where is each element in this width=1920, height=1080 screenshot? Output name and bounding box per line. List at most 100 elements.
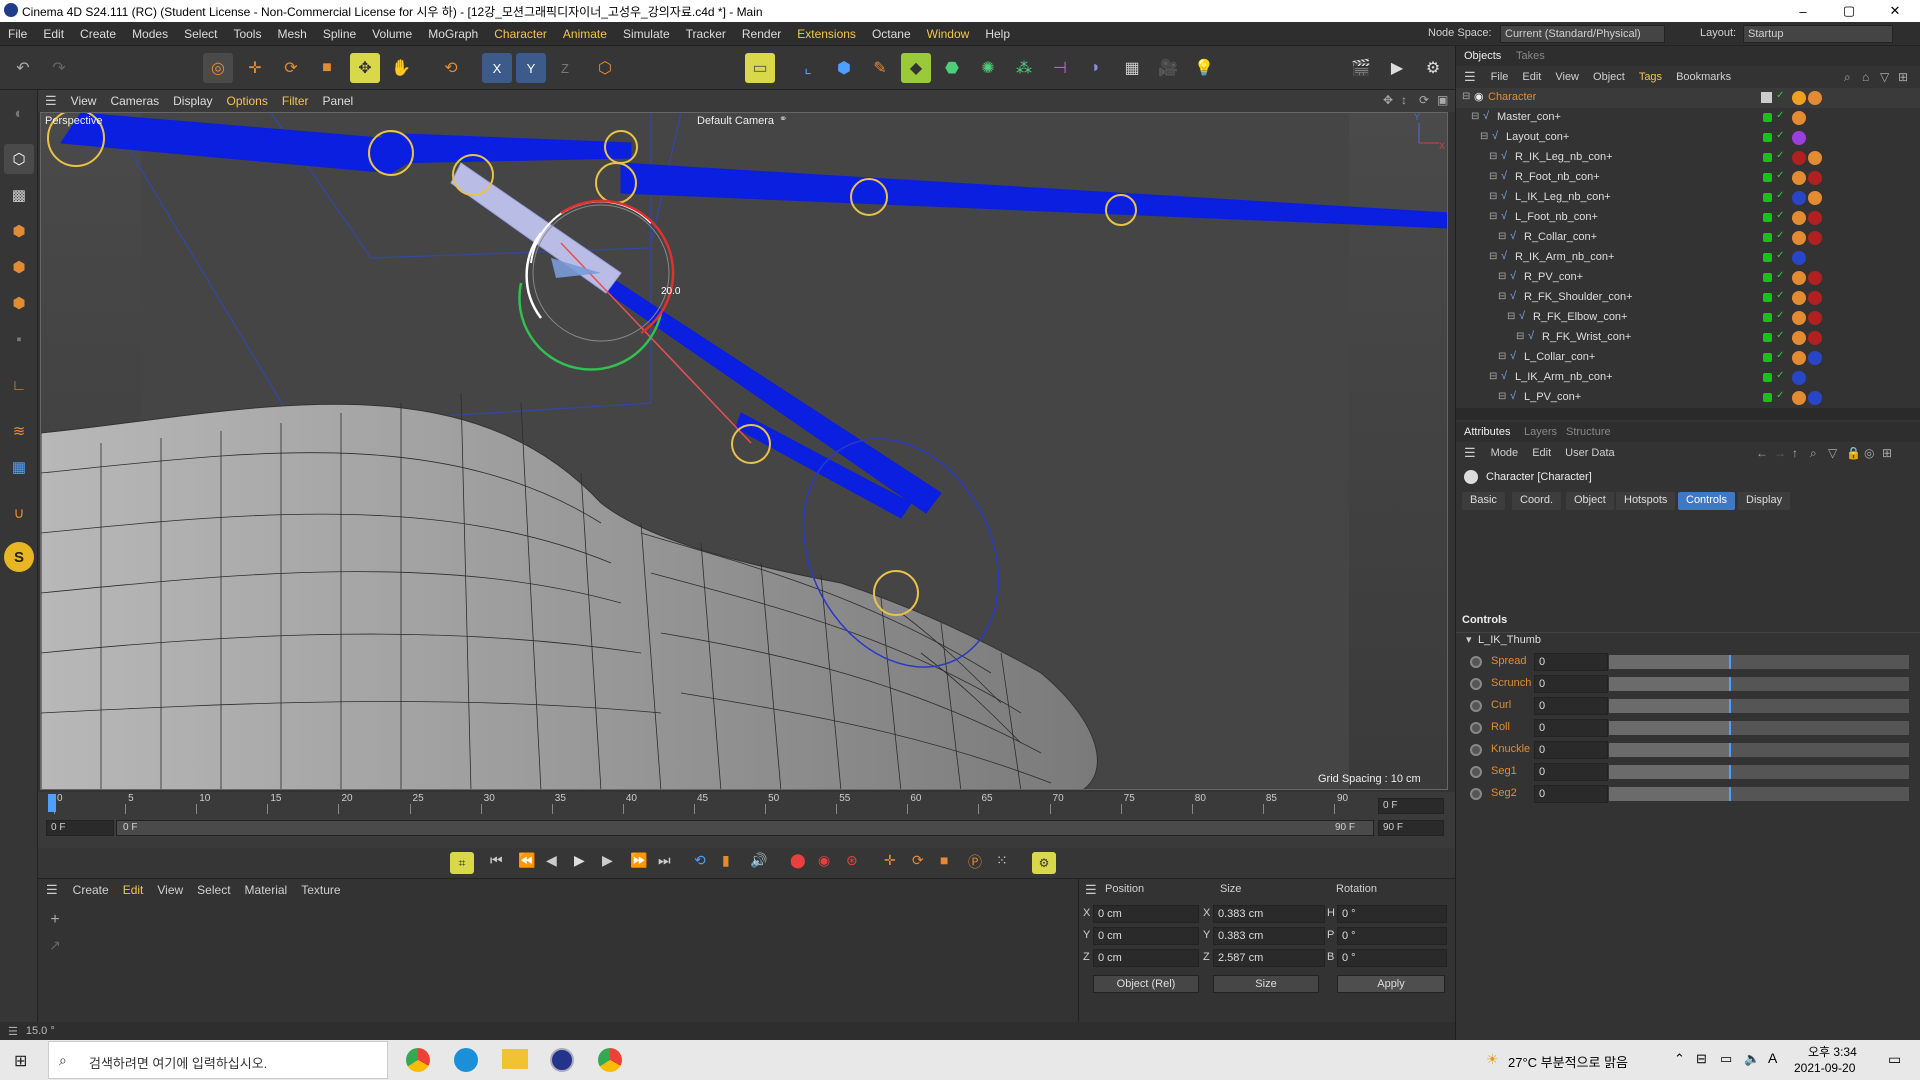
record-icon[interactable]: ⬤ xyxy=(790,852,806,869)
enable-check-icon[interactable]: ✓ xyxy=(1776,170,1784,181)
tree-expand-icon[interactable]: ⊟ xyxy=(1498,291,1506,302)
viewport-menu-view[interactable]: View xyxy=(64,94,104,108)
object-row[interactable]: ⊟ √ L_PV_con+ ✓ xyxy=(1456,388,1920,408)
range-slider[interactable]: 0 F 90 F xyxy=(116,820,1374,836)
object-tag-icon[interactable] xyxy=(1792,391,1806,405)
cube-icon[interactable]: ⬢ xyxy=(829,53,859,83)
tree-expand-icon[interactable]: ⊟ xyxy=(1462,91,1470,102)
cloner-icon[interactable]: ✺ xyxy=(973,53,1003,83)
enable-check-icon[interactable]: ✓ xyxy=(1776,130,1784,141)
subtab-controls[interactable]: Controls xyxy=(1678,492,1735,510)
animate-param-icon[interactable] xyxy=(1470,678,1482,690)
tree-expand-icon[interactable]: ⊟ xyxy=(1498,391,1506,402)
tree-expand-icon[interactable]: ⊟ xyxy=(1489,251,1497,262)
camera-name[interactable]: Default Camera xyxy=(697,115,774,127)
object-tag-icon[interactable] xyxy=(1808,331,1822,345)
timeline-playhead[interactable] xyxy=(48,794,56,812)
size-x-field[interactable]: 0.383 cm xyxy=(1213,905,1325,923)
object-row[interactable]: ⊟ √ R_FK_Wrist_con+ ✓ xyxy=(1456,328,1920,348)
object-row[interactable]: ⊟ √ R_PV_con+ ✓ xyxy=(1456,268,1920,288)
object-tag-icon[interactable] xyxy=(1808,351,1822,365)
camera-icon[interactable]: ⌞ xyxy=(793,53,823,83)
param-slider-handle[interactable] xyxy=(1729,721,1731,735)
material-menu-edit[interactable]: Edit xyxy=(116,883,151,897)
viewport-hamburger-icon[interactable]: ☰ xyxy=(38,93,64,109)
param-slider-handle[interactable] xyxy=(1729,743,1731,757)
layer-color-icon[interactable] xyxy=(1761,92,1772,103)
lock-z-icon[interactable]: Z xyxy=(550,53,580,83)
floor-icon[interactable]: ▦ xyxy=(1117,53,1147,83)
objects-search-icon[interactable]: ⌕ xyxy=(1844,70,1851,85)
layer-color-icon[interactable] xyxy=(1763,273,1772,282)
param-slider-handle[interactable] xyxy=(1729,677,1731,691)
object-tag-icon[interactable] xyxy=(1792,111,1806,125)
param-slider-handle[interactable] xyxy=(1729,699,1731,713)
layer-color-icon[interactable] xyxy=(1763,393,1772,402)
status-hamburger-icon[interactable]: ☰ xyxy=(0,1025,26,1038)
minimize-button[interactable]: – xyxy=(1780,0,1826,22)
tray-network-icon[interactable]: ⊟ xyxy=(1696,1051,1707,1067)
layer-color-icon[interactable] xyxy=(1763,133,1772,142)
subdivision-icon[interactable]: ◆ xyxy=(901,53,931,83)
object-tag-icon[interactable] xyxy=(1792,271,1806,285)
param-value-field[interactable]: 0 xyxy=(1534,785,1608,803)
param-value-field[interactable]: 0 xyxy=(1534,741,1608,759)
snap-icon[interactable]: ≋ xyxy=(4,416,34,446)
tree-expand-icon[interactable]: ⊟ xyxy=(1489,171,1497,182)
axis-tool-icon[interactable]: ✥ xyxy=(350,53,380,83)
object-name[interactable]: R_Foot_nb_con+ xyxy=(1515,171,1600,183)
notification-icon[interactable]: ▭ xyxy=(1888,1051,1901,1068)
object-tag-icon[interactable] xyxy=(1792,211,1806,225)
object-row[interactable]: ⊟ √ L_Foot_nb_con+ ✓ xyxy=(1456,208,1920,228)
object-tag-icon[interactable] xyxy=(1792,351,1806,365)
pos-z-field[interactable]: 0 cm xyxy=(1093,949,1199,967)
clock-time[interactable]: 오후 3:34 xyxy=(1808,1043,1857,1060)
enable-check-icon[interactable]: ✓ xyxy=(1776,390,1784,401)
menu-mesh[interactable]: Mesh xyxy=(269,27,314,41)
objects-menu-tags[interactable]: Tags xyxy=(1632,71,1669,83)
menu-edit[interactable]: Edit xyxy=(35,27,72,41)
material-menu-view[interactable]: View xyxy=(150,883,190,897)
param-slider[interactable] xyxy=(1609,655,1909,669)
layer-color-icon[interactable] xyxy=(1763,353,1772,362)
sound-icon[interactable]: 🔊 xyxy=(750,852,767,869)
menu-octane[interactable]: Octane xyxy=(864,27,919,41)
cinema4d-taskbar-icon[interactable] xyxy=(550,1048,574,1072)
attributes-hamburger-icon[interactable]: ☰ xyxy=(1456,445,1484,461)
material-tool-icon[interactable]: ↗ xyxy=(44,937,66,959)
object-name[interactable]: R_FK_Shoulder_con+ xyxy=(1524,291,1633,303)
tab-attributes[interactable]: Attributes xyxy=(1464,426,1510,438)
layer-color-icon[interactable] xyxy=(1763,173,1772,182)
object-name[interactable]: R_IK_Arm_nb_con+ xyxy=(1515,251,1614,263)
animate-param-icon[interactable] xyxy=(1470,744,1482,756)
maximize-button[interactable]: ▢ xyxy=(1826,0,1872,22)
menu-extensions[interactable]: Extensions xyxy=(789,27,864,41)
param-slider[interactable] xyxy=(1609,743,1909,757)
tab-layers[interactable]: Layers xyxy=(1524,426,1557,438)
param-value-field[interactable]: 0 xyxy=(1534,719,1608,737)
object-tag-icon[interactable] xyxy=(1808,191,1822,205)
group-title[interactable]: L_IK_Thumb xyxy=(1478,634,1541,646)
tree-expand-icon[interactable]: ⊟ xyxy=(1471,111,1479,122)
close-button[interactable]: ✕ xyxy=(1872,0,1918,22)
chrome-alt-icon[interactable] xyxy=(598,1048,622,1072)
subtab-display[interactable]: Display xyxy=(1738,492,1791,510)
tray-volume-icon[interactable]: 🔈 xyxy=(1744,1051,1760,1067)
tree-expand-icon[interactable]: ⊟ xyxy=(1489,151,1497,162)
select-tool-icon[interactable]: ◎ xyxy=(203,53,233,83)
material-menu-material[interactable]: Material xyxy=(238,883,295,897)
object-tag-icon[interactable] xyxy=(1808,151,1822,165)
enable-check-icon[interactable]: ✓ xyxy=(1776,270,1784,281)
menu-window[interactable]: Window xyxy=(919,27,978,41)
param-slider[interactable] xyxy=(1609,699,1909,713)
param-slider-handle[interactable] xyxy=(1729,765,1731,779)
layer-color-icon[interactable] xyxy=(1763,193,1772,202)
enable-check-icon[interactable]: ✓ xyxy=(1776,110,1784,121)
rot-h-field[interactable]: 0 ° xyxy=(1337,905,1447,923)
object-name[interactable]: L_Foot_nb_con+ xyxy=(1515,211,1598,223)
object-name[interactable]: R_Collar_con+ xyxy=(1524,231,1597,243)
coord-mode-dropdown[interactable]: Object (Rel) xyxy=(1093,975,1199,993)
subtab-hotspots[interactable]: Hotspots xyxy=(1616,492,1676,510)
material-menu-select[interactable]: Select xyxy=(190,883,237,897)
end-frame-field[interactable]: 90 F xyxy=(1378,820,1444,836)
